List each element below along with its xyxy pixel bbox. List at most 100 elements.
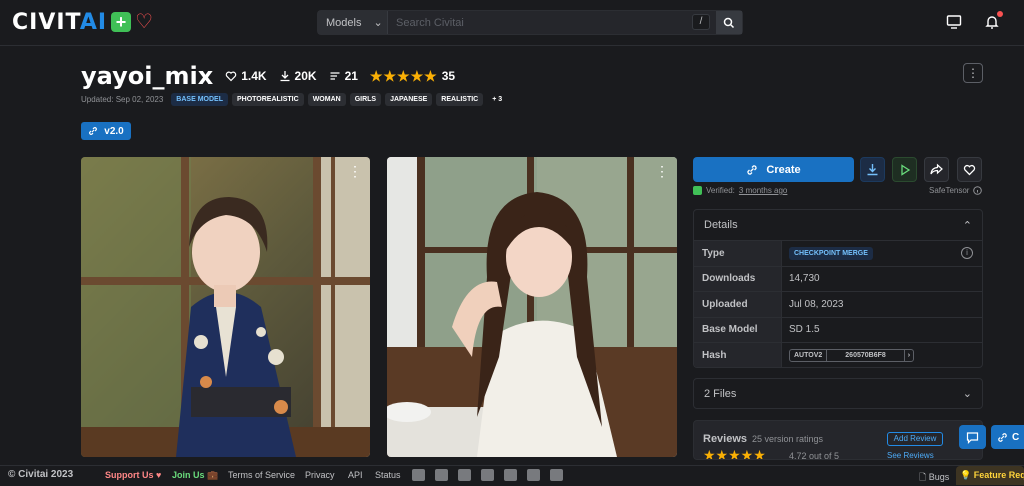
search-bar: Models ⌄ / <box>317 10 743 35</box>
details-panel: Details ⌃ Type CHECKPOINT MERGE i Downlo… <box>693 209 983 368</box>
star-rating-icon: ★★★★★ <box>369 67 438 84</box>
info-icon[interactable]: i <box>961 247 973 259</box>
verified-status: Verified: 3 months ago <box>693 186 787 195</box>
model-header: yayoi_mix 1.4K 20K 21 ★★★★★ 35 <box>81 62 455 90</box>
tag-woman[interactable]: WOMAN <box>307 93 346 106</box>
details-row-uploaded: Uploaded Jul 08, 2023 <box>694 292 982 318</box>
monitor-icon <box>946 15 962 29</box>
share-icon <box>930 163 943 175</box>
support-link[interactable]: Support Us ♥ <box>105 470 161 480</box>
gallery-image-1[interactable]: ⋮ <box>81 157 370 457</box>
link-icon <box>747 164 758 175</box>
download-button[interactable] <box>860 157 885 182</box>
details-row-base-model: Base Model SD 1.5 <box>694 317 982 343</box>
api-link[interactable]: API <box>348 470 363 480</box>
search-icon <box>723 17 735 28</box>
create-button[interactable]: Create <box>693 157 854 182</box>
chat-icon <box>966 431 979 444</box>
chevron-right-icon[interactable]: › <box>905 350 913 361</box>
details-row-type: Type CHECKPOINT MERGE i <box>694 241 982 267</box>
top-bar: CIVITAI + ♡ Models ⌄ / <box>0 0 1024 46</box>
details-header[interactable]: Details ⌃ <box>694 210 982 241</box>
play-icon <box>900 163 910 176</box>
image-menu-icon[interactable]: ⋮ <box>655 163 669 180</box>
download-icon <box>280 71 290 82</box>
twitter-icon[interactable] <box>435 469 448 481</box>
more-options-button[interactable]: ⋮ <box>963 63 983 83</box>
rating-stat[interactable]: ★★★★★ 35 <box>370 68 455 85</box>
comment-icon <box>330 72 340 80</box>
creator-studio-button[interactable] <box>944 12 964 32</box>
chevron-down-icon: ⌄ <box>373 17 383 29</box>
civitai-logo[interactable]: CIVITAI + ♡ <box>12 9 153 35</box>
version-button[interactable]: v2.0 <box>81 122 131 140</box>
footer: © Civitai 2023 Support Us ♥ Join Us 💼 Te… <box>0 465 1024 485</box>
search-input[interactable] <box>388 11 692 34</box>
chevron-up-icon: ⌃ <box>962 219 972 232</box>
kebab-icon: ⋮ <box>967 66 979 80</box>
verified-icon <box>693 186 702 195</box>
tag-japanese[interactable]: JAPANESE <box>385 93 433 106</box>
kimono-portrait-image <box>81 157 370 457</box>
notification-dot <box>997 11 1003 17</box>
updated-date: Updated: Sep 02, 2023 <box>81 95 164 104</box>
link-icon <box>998 432 1007 442</box>
discord-icon[interactable] <box>412 469 425 481</box>
see-reviews-link[interactable]: See Reviews <box>887 451 934 459</box>
files-accordion[interactable]: 2 Files ⌄ <box>693 378 983 409</box>
heart-outline-icon <box>225 71 237 82</box>
tag-photorealistic[interactable]: PHOTOREALISTIC <box>231 93 304 106</box>
privacy-link[interactable]: Privacy <box>305 470 335 480</box>
like-button[interactable] <box>957 157 982 182</box>
tag-girls[interactable]: GIRLS <box>349 93 382 106</box>
link-icon <box>89 127 98 135</box>
gallery-image-2[interactable]: ⋮ <box>387 157 677 457</box>
hash-selector[interactable]: AUTOV2 260570B6F8 › <box>789 349 915 363</box>
info-icon[interactable] <box>973 186 983 195</box>
heart-outline-icon <box>963 164 976 176</box>
reddit-icon[interactable] <box>527 469 540 481</box>
copyright: © Civitai 2023 <box>8 469 74 480</box>
tag-realistic[interactable]: REALISTIC <box>436 93 484 106</box>
chevron-down-icon: ⌄ <box>962 388 972 400</box>
chat-button[interactable] <box>959 425 986 449</box>
reviews-panel: Reviews 25 version ratings Add Review ★★… <box>693 420 983 460</box>
search-button[interactable] <box>716 11 742 34</box>
likes-stat[interactable]: 1.4K <box>225 69 267 83</box>
run-button[interactable] <box>892 157 917 182</box>
heart-icon[interactable]: ♡ <box>135 12 153 32</box>
top-icons <box>944 11 1003 32</box>
notifications-button[interactable] <box>982 11 1003 32</box>
image-menu-icon[interactable]: ⋮ <box>348 163 362 180</box>
join-link[interactable]: Join Us 💼 <box>172 470 218 481</box>
github-icon[interactable] <box>550 469 563 481</box>
social-links <box>412 469 563 481</box>
details-row-hash: Hash AUTOV2 260570B6F8 › <box>694 343 982 367</box>
verified-time-link[interactable]: 3 months ago <box>739 186 787 195</box>
floating-create-button[interactable]: C <box>991 425 1024 449</box>
details-row-downloads: Downloads 14,730 <box>694 266 982 292</box>
plus-icon[interactable]: + <box>111 12 132 32</box>
share-button[interactable] <box>924 157 949 182</box>
tiktok-icon[interactable] <box>504 469 517 481</box>
window-portrait-image <box>387 157 677 457</box>
search-type-select[interactable]: Models ⌄ <box>318 11 388 34</box>
youtube-icon[interactable] <box>481 469 494 481</box>
model-meta: Updated: Sep 02, 2023 BASE MODEL PHOTORE… <box>81 93 507 106</box>
download-icon <box>867 164 878 176</box>
tag-base-model[interactable]: BASE MODEL <box>171 93 228 106</box>
downloads-stat: 20K <box>279 69 317 83</box>
feature-request-button[interactable]: 💡 Feature Requ <box>956 466 1024 485</box>
hash-value[interactable]: 260570B6F8 <box>827 350 905 362</box>
instagram-icon[interactable] <box>458 469 471 481</box>
safetensor-label: SafeTensor <box>929 186 983 195</box>
search-shortcut-key: / <box>692 14 710 30</box>
tos-link[interactable]: Terms of Service <box>228 470 295 480</box>
star-rating-icon: ★★★★★ <box>703 447 766 460</box>
add-review-button[interactable]: Add Review <box>887 432 943 446</box>
comments-stat[interactable]: 21 <box>329 69 358 83</box>
type-badge: CHECKPOINT MERGE <box>789 246 873 260</box>
tag-more[interactable]: + 3 <box>487 93 507 106</box>
model-title: yayoi_mix <box>81 62 214 90</box>
status-link[interactable]: Status <box>375 470 401 480</box>
